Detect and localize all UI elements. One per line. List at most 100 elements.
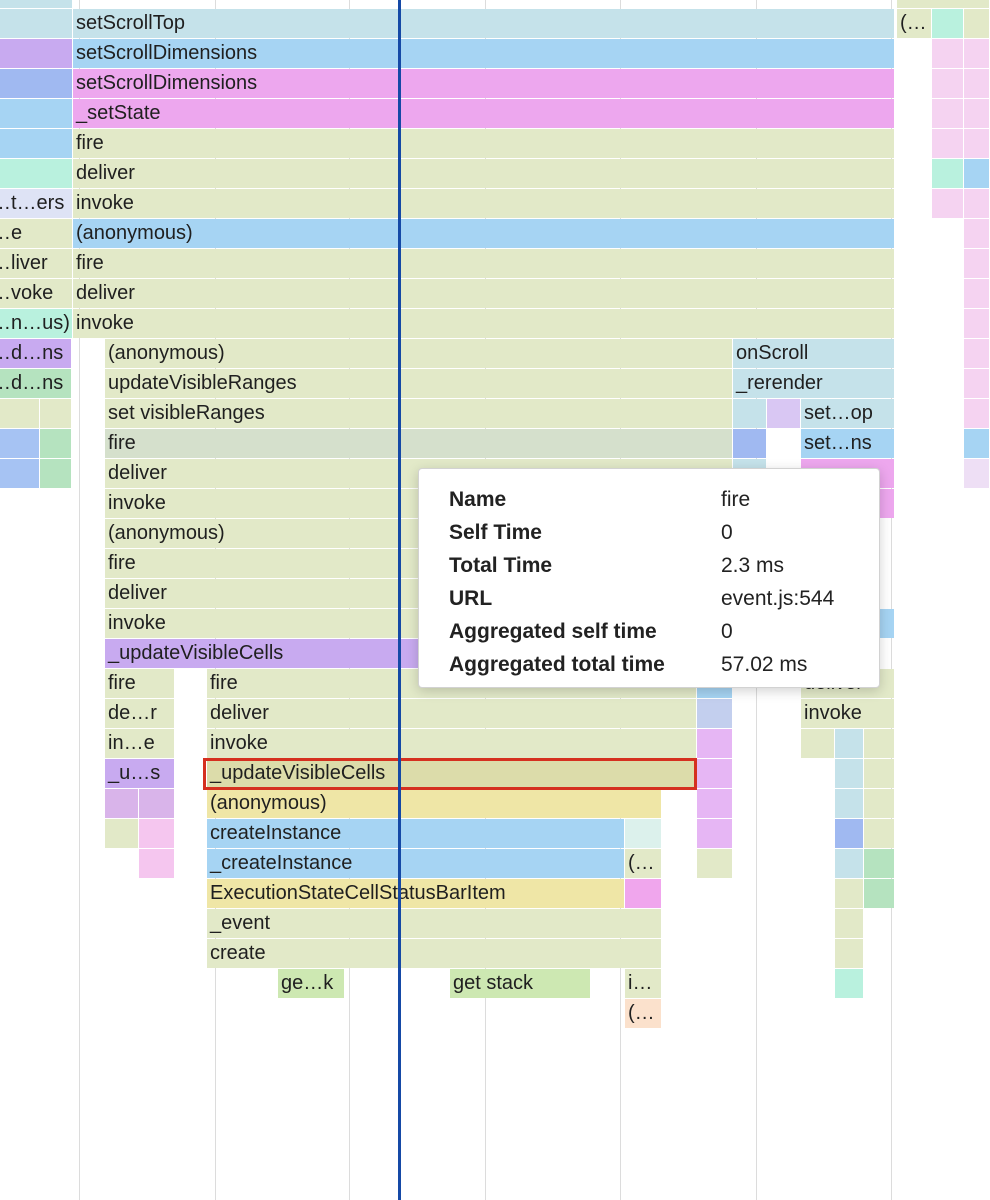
flame-frame[interactable] bbox=[864, 759, 895, 788]
flame-frame[interactable]: set…op bbox=[801, 399, 895, 428]
flame-frame[interactable]: fire bbox=[73, 129, 895, 158]
flame-frame[interactable]: …voke bbox=[0, 279, 73, 308]
flame-frame[interactable] bbox=[835, 969, 864, 998]
flame-frame[interactable] bbox=[0, 129, 73, 158]
flame-frame[interactable]: deliver bbox=[73, 159, 895, 188]
flame-frame[interactable]: …d…ns bbox=[0, 339, 72, 368]
flame-frame[interactable] bbox=[932, 99, 964, 128]
flame-frame[interactable]: onScroll bbox=[733, 339, 895, 368]
flame-frame[interactable] bbox=[40, 429, 72, 458]
flame-frame[interactable] bbox=[625, 819, 662, 848]
flame-frame[interactable] bbox=[964, 339, 990, 368]
flame-frame[interactable] bbox=[697, 849, 733, 878]
flame-frame[interactable] bbox=[0, 69, 73, 98]
flame-frame[interactable] bbox=[139, 819, 175, 848]
flame-frame[interactable] bbox=[864, 879, 895, 908]
flame-frame[interactable] bbox=[964, 219, 990, 248]
flame-frame[interactable] bbox=[733, 399, 767, 428]
flame-frame[interactable] bbox=[0, 99, 73, 128]
flame-frame[interactable] bbox=[964, 129, 990, 158]
flame-frame[interactable]: de…r bbox=[105, 699, 175, 728]
flame-frame[interactable] bbox=[835, 819, 864, 848]
flame-frame[interactable] bbox=[964, 39, 990, 68]
flame-frame[interactable] bbox=[964, 159, 990, 188]
flame-frame[interactable]: deliver bbox=[207, 699, 697, 728]
flame-frame[interactable]: ExecutionStateCellStatusBarItem bbox=[207, 879, 625, 908]
flame-frame[interactable] bbox=[139, 849, 175, 878]
flame-frame[interactable] bbox=[932, 69, 964, 98]
flame-frame[interactable]: …n…us) bbox=[0, 309, 73, 338]
flame-frame[interactable]: …t…ers bbox=[0, 189, 73, 218]
flame-frame[interactable] bbox=[697, 819, 733, 848]
flame-frame[interactable]: setScrollDimensions bbox=[73, 69, 895, 98]
flame-frame[interactable]: setScrollTop bbox=[73, 9, 895, 38]
flame-frame[interactable]: set…ns bbox=[801, 429, 895, 458]
flame-frame[interactable]: fire bbox=[73, 249, 895, 278]
flame-frame[interactable] bbox=[767, 399, 801, 428]
flame-frame[interactable]: (anonymous) bbox=[73, 219, 895, 248]
flame-frame[interactable]: updateVisibleRanges bbox=[105, 369, 733, 398]
flame-frame[interactable] bbox=[835, 909, 864, 938]
flame-frame[interactable]: i… bbox=[625, 969, 662, 998]
flame-frame[interactable]: in…e bbox=[105, 729, 175, 758]
flame-frame[interactable] bbox=[835, 729, 864, 758]
flame-frame[interactable] bbox=[864, 849, 895, 878]
flame-frame[interactable] bbox=[964, 429, 990, 458]
flame-frame[interactable] bbox=[932, 39, 964, 68]
flame-frame[interactable] bbox=[0, 0, 73, 8]
flame-frame[interactable]: invoke bbox=[207, 729, 697, 758]
flame-frame[interactable]: (… bbox=[625, 999, 662, 1028]
flame-frame[interactable]: …d…ns bbox=[0, 369, 72, 398]
flame-frame[interactable] bbox=[932, 9, 964, 38]
flame-frame[interactable] bbox=[0, 459, 40, 488]
flame-frame[interactable] bbox=[697, 789, 733, 818]
flame-frame[interactable]: createInstance bbox=[207, 819, 625, 848]
flame-frame[interactable] bbox=[139, 789, 175, 818]
flame-frame[interactable] bbox=[0, 399, 40, 428]
flame-frame[interactable]: ge…k bbox=[278, 969, 345, 998]
flame-frame[interactable] bbox=[964, 459, 990, 488]
flame-frame[interactable]: _event bbox=[207, 909, 662, 938]
flame-frame[interactable]: _createInstance bbox=[207, 849, 625, 878]
flame-frame[interactable]: _setState bbox=[73, 99, 895, 128]
flame-frame[interactable]: invoke bbox=[801, 699, 895, 728]
flame-frame[interactable]: create bbox=[207, 939, 662, 968]
flame-frame[interactable] bbox=[697, 699, 733, 728]
flame-frame[interactable] bbox=[801, 729, 835, 758]
flame-frame[interactable]: …e bbox=[0, 219, 73, 248]
flame-frame[interactable] bbox=[105, 789, 139, 818]
flame-frame[interactable]: inne bbox=[897, 0, 990, 8]
flame-frame[interactable] bbox=[40, 399, 72, 428]
flame-frame[interactable]: (anonymous) bbox=[105, 339, 733, 368]
flame-frame[interactable] bbox=[964, 279, 990, 308]
flame-frame[interactable]: fire bbox=[105, 669, 175, 698]
flame-frame[interactable]: (… bbox=[897, 9, 932, 38]
flame-frame[interactable]: (anonymous) bbox=[207, 789, 662, 818]
flame-frame[interactable] bbox=[864, 729, 895, 758]
flame-frame[interactable] bbox=[932, 189, 964, 218]
flame-frame[interactable]: deliver bbox=[73, 279, 895, 308]
flame-frame[interactable] bbox=[964, 9, 990, 38]
flame-frame[interactable] bbox=[964, 399, 990, 428]
flame-frame[interactable] bbox=[697, 759, 733, 788]
flame-frame[interactable] bbox=[697, 729, 733, 758]
flame-frame[interactable]: fire bbox=[105, 429, 733, 458]
flame-frame[interactable] bbox=[0, 429, 40, 458]
flame-frame[interactable]: …liver bbox=[0, 249, 73, 278]
flame-frame[interactable] bbox=[932, 129, 964, 158]
flame-frame[interactable] bbox=[733, 429, 767, 458]
flame-frame[interactable] bbox=[0, 9, 73, 38]
flame-frame[interactable] bbox=[0, 39, 73, 68]
flame-frame[interactable] bbox=[835, 849, 864, 878]
flame-frame[interactable] bbox=[964, 99, 990, 128]
flame-frame[interactable] bbox=[835, 939, 864, 968]
flame-frame[interactable]: _u…s bbox=[105, 759, 175, 788]
flame-frame[interactable] bbox=[835, 789, 864, 818]
flame-frame[interactable] bbox=[964, 369, 990, 398]
flame-frame[interactable] bbox=[864, 789, 895, 818]
flame-frame[interactable] bbox=[964, 189, 990, 218]
flame-frame[interactable]: invoke bbox=[73, 309, 895, 338]
flame-frame[interactable] bbox=[864, 819, 895, 848]
flame-frame[interactable] bbox=[932, 159, 964, 188]
flame-frame[interactable]: setScrollDimensions bbox=[73, 39, 895, 68]
